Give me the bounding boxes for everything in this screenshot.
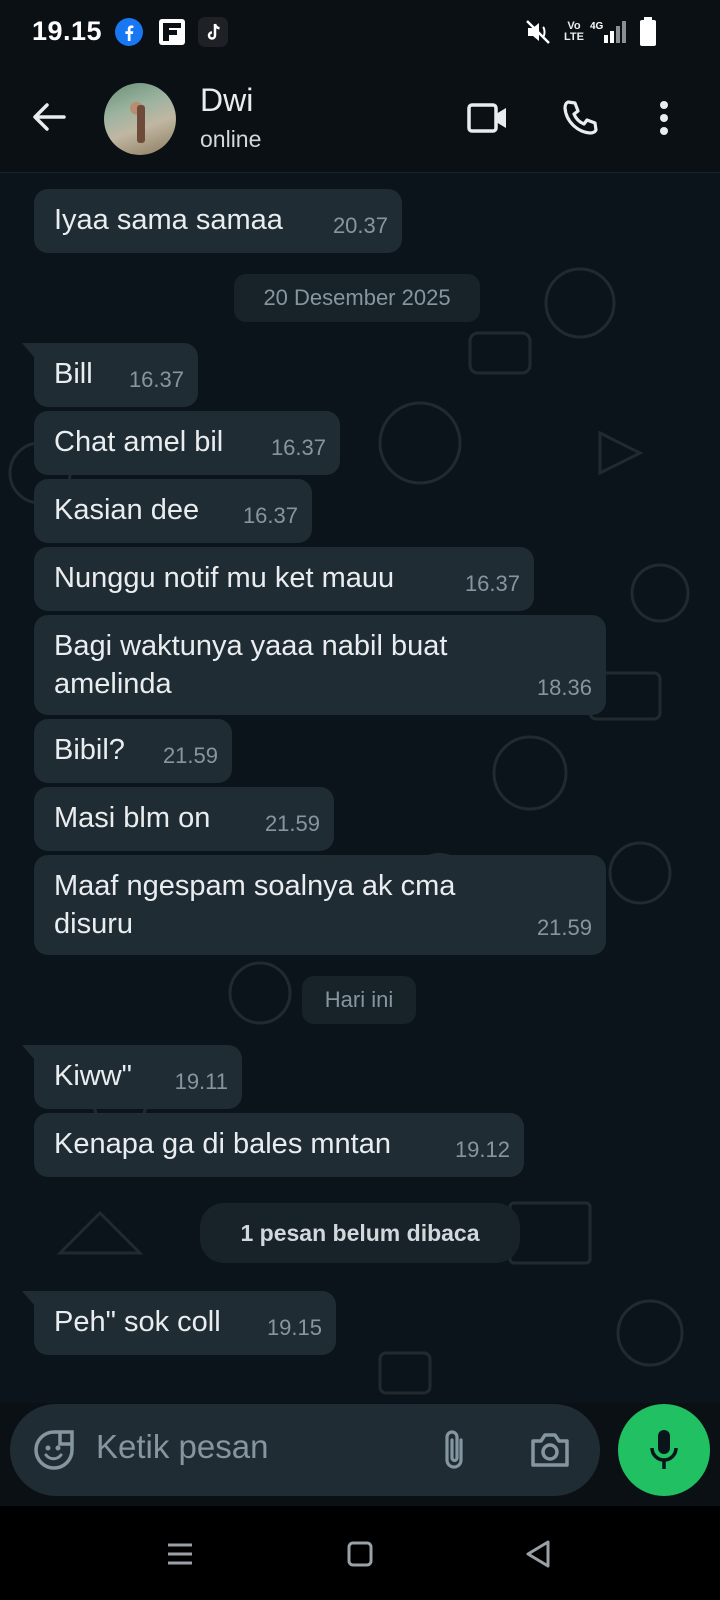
chat-area[interactable]: Iyaa sama samaa 20.37 20 Desember 2025 B… (0, 173, 720, 1403)
battery-icon (638, 16, 658, 48)
message-time: 20.37 (332, 213, 388, 238)
chat-header: Dwi online (0, 66, 720, 173)
message-bubble[interactable]: Kasian dee 16.37 (34, 479, 312, 543)
status-time: 19.15 (32, 16, 103, 46)
camera-icon[interactable] (526, 1426, 574, 1474)
message-text: Kenapa ga di bales mntan (54, 1128, 391, 1160)
message-text: Maaf ngespam soalnya ak cma disuru (54, 870, 456, 940)
unread-messages-banner: 1 pesan belum dibaca (200, 1203, 520, 1263)
message-time: 16.37 (270, 435, 326, 460)
message-bubble[interactable]: Chat amel bil 16.37 (34, 411, 340, 475)
message-bubble[interactable]: Iyaa sama samaa 20.37 (34, 189, 402, 253)
contact-status: online (200, 126, 262, 152)
message-text: Bagi waktunya yaaa nabil buat amelinda (54, 630, 448, 700)
message-time: 21.59 (162, 743, 218, 768)
message-bubble[interactable]: Maaf ngespam soalnya ak cma disuru 21.59 (34, 855, 606, 955)
attach-icon[interactable] (430, 1426, 478, 1474)
status-bar: 19.15 Vo LTE 4G (0, 0, 720, 66)
tiktok-icon (198, 16, 228, 48)
message-bubble[interactable]: Masi blm on 21.59 (34, 787, 334, 851)
back-arrow-icon[interactable] (26, 94, 72, 140)
message-time: 18.36 (536, 675, 592, 700)
avatar[interactable] (104, 83, 176, 155)
voice-message-button[interactable] (618, 1404, 710, 1496)
message-time: 19.12 (454, 1137, 510, 1162)
video-call-icon[interactable] (464, 94, 512, 142)
volte-icon: Vo LTE (564, 20, 584, 43)
facebook-icon (114, 16, 144, 48)
message-bubble[interactable]: Bill 16.37 (22, 343, 198, 407)
recent-apps-icon[interactable] (160, 1534, 200, 1574)
date-separator: 20 Desember 2025 (234, 274, 480, 322)
more-options-icon[interactable] (652, 94, 676, 142)
message-input-bar[interactable]: Ketik pesan (10, 1404, 600, 1496)
home-icon[interactable] (340, 1534, 380, 1574)
message-bubble[interactable]: Peh" sok coll 19.15 (22, 1291, 336, 1355)
message-text: Nunggu notif mu ket mauu (54, 562, 395, 594)
back-nav-icon[interactable] (518, 1534, 558, 1574)
phone-call-icon[interactable] (556, 94, 604, 142)
message-input[interactable]: Ketik pesan (96, 1428, 268, 1466)
sticker-icon[interactable] (30, 1426, 78, 1474)
message-time: 16.37 (242, 503, 298, 528)
flipboard-icon (158, 16, 186, 48)
message-bubble[interactable]: Kiww" 19.11 (22, 1045, 242, 1109)
svg-text:4G: 4G (590, 21, 604, 32)
microphone-icon (650, 1430, 678, 1469)
4g-signal-icon: 4G (590, 16, 630, 48)
system-navigation-bar (0, 1506, 720, 1600)
message-time: 21.59 (264, 811, 320, 836)
message-time: 19.11 (174, 1069, 228, 1094)
message-time: 16.37 (464, 571, 520, 596)
message-bubble[interactable]: Bagi waktunya yaaa nabil buat amelinda 1… (34, 615, 606, 715)
contact-name[interactable]: Dwi (200, 82, 253, 119)
mute-icon (524, 16, 552, 48)
message-time: 19.15 (266, 1315, 322, 1340)
message-time: 16.37 (128, 367, 184, 392)
date-separator: Hari ini (302, 976, 416, 1024)
message-bubble[interactable]: Bibil? 21.59 (34, 719, 232, 783)
message-bubble[interactable]: Kenapa ga di bales mntan 19.12 (34, 1113, 524, 1177)
message-time: 21.59 (536, 915, 592, 940)
message-bubble[interactable]: Nunggu notif mu ket mauu 16.37 (34, 547, 534, 611)
